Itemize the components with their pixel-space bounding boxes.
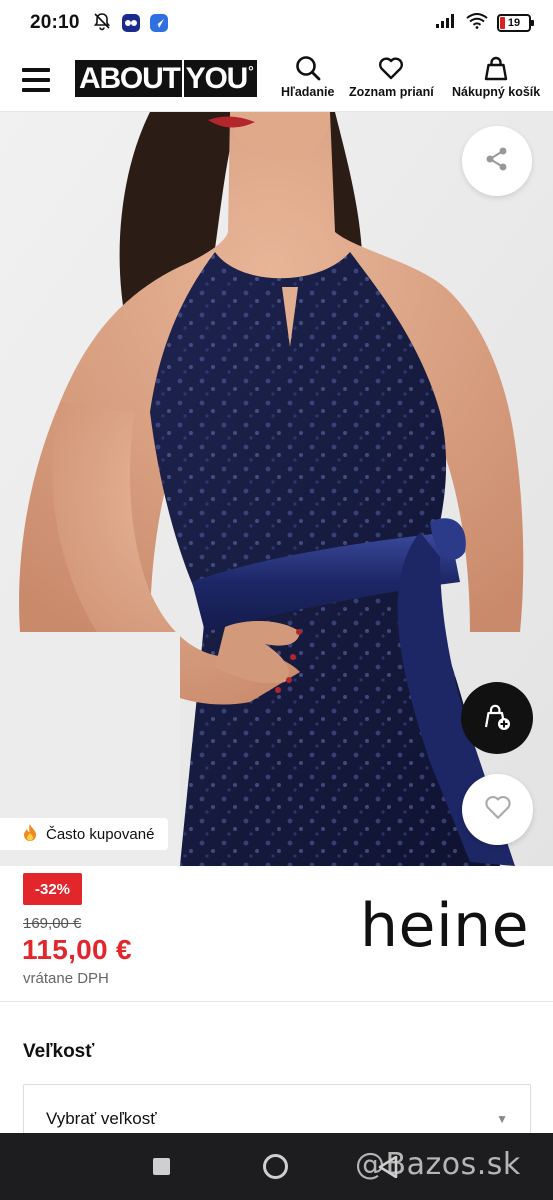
heart-icon xyxy=(483,792,513,827)
add-to-bag-icon xyxy=(481,700,513,737)
popularity-badge: Často kupované xyxy=(0,818,169,850)
share-button[interactable] xyxy=(462,126,532,196)
app-header: ABOUT YOU ° Hľadanie Zoznam prianí Nákup… xyxy=(0,46,553,112)
logo-separator xyxy=(181,60,184,97)
original-price: 169,00 € xyxy=(23,915,82,932)
status-icons-left xyxy=(92,11,168,36)
logo-text-left: ABOUT xyxy=(79,61,181,95)
product-photo-illustration xyxy=(0,112,553,866)
status-icons-right: 19 xyxy=(435,12,534,34)
size-heading: Veľkosť xyxy=(23,1041,95,1062)
menu-icon[interactable] xyxy=(22,68,52,92)
search-label: Hľadanie xyxy=(281,85,335,99)
app-notification-icon xyxy=(121,14,140,32)
watermark: @Bazos.sk xyxy=(355,1147,521,1182)
status-time: 20:10 xyxy=(30,12,80,33)
section-divider xyxy=(0,1001,553,1002)
sale-price: 115,00 € xyxy=(22,934,132,965)
cart-label: Nákupný košík xyxy=(452,85,541,99)
heart-icon xyxy=(377,54,405,82)
messenger-app-icon xyxy=(149,14,168,32)
signal-icon xyxy=(435,13,457,34)
vat-note: vrátane DPH xyxy=(23,970,109,987)
popularity-label: Často kupované xyxy=(46,825,155,843)
status-bar: 20:10 19 xyxy=(0,0,553,46)
shopping-bag-icon xyxy=(482,54,510,82)
discount-badge: -32% xyxy=(23,873,83,905)
about-you-logo[interactable]: ABOUT YOU ° xyxy=(75,60,257,97)
logo-degree-mark: ° xyxy=(248,63,254,79)
chevron-down-icon: ▼ xyxy=(496,1112,508,1126)
search-button[interactable]: Hľadanie xyxy=(281,54,334,99)
add-to-wishlist-button[interactable] xyxy=(462,774,533,845)
battery-icon: 19 xyxy=(497,14,534,32)
fire-icon xyxy=(22,823,38,845)
bell-off-icon xyxy=(92,11,112,36)
cart-button[interactable]: Nákupný košík xyxy=(452,54,540,99)
square-icon[interactable] xyxy=(153,1158,170,1180)
add-to-bag-button[interactable] xyxy=(461,682,533,754)
search-icon xyxy=(294,54,322,82)
size-select-value: Vybrať veľkosť xyxy=(46,1109,157,1128)
circle-icon[interactable] xyxy=(262,1153,289,1185)
wishlist-label: Zoznam prianí xyxy=(349,85,434,99)
brand-logo[interactable]: heine xyxy=(360,896,529,956)
share-icon xyxy=(484,146,510,177)
logo-text-right: YOU xyxy=(185,61,249,95)
product-image[interactable]: Často kupované xyxy=(0,112,553,866)
wifi-icon xyxy=(466,12,488,34)
wishlist-button[interactable]: Zoznam prianí xyxy=(349,54,434,99)
